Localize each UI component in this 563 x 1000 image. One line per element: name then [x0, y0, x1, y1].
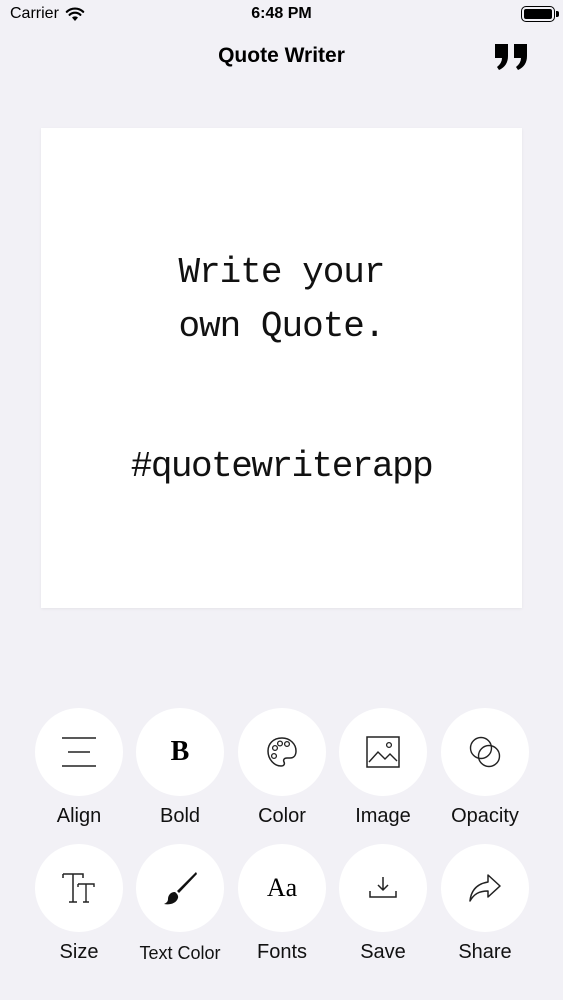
text-size-icon — [62, 873, 95, 903]
text-color-button[interactable]: Text Color — [130, 844, 230, 984]
align-icon — [62, 737, 96, 767]
fonts-icon: Aa — [266, 873, 298, 902]
image-icon — [366, 736, 400, 768]
download-icon — [369, 877, 397, 898]
brush-icon — [164, 872, 197, 905]
share-button[interactable]: Share — [435, 844, 535, 984]
opacity-label: Opacity — [451, 805, 519, 827]
palette-icon — [267, 737, 297, 767]
quote-button[interactable] — [493, 42, 531, 72]
size-button[interactable]: Size — [29, 844, 129, 984]
image-button[interactable]: Image — [333, 708, 433, 848]
align-button[interactable]: Align — [29, 708, 129, 848]
hashtag-text[interactable]: #quotewriterapp — [41, 446, 522, 487]
share-label: Share — [458, 941, 512, 963]
share-icon — [469, 874, 501, 902]
quote-canvas[interactable]: Write your own Quote. #quotewriterapp — [41, 128, 522, 608]
battery-icon — [521, 6, 559, 22]
status-time: 6:48 PM — [251, 5, 312, 22]
status-bar: Carrier 6:48 PM — [0, 0, 563, 30]
save-button[interactable]: Save — [333, 844, 433, 984]
page-title: Quote Writer — [218, 44, 345, 67]
quote-text[interactable]: Write your own Quote. — [41, 246, 522, 354]
opacity-button[interactable]: Opacity — [435, 708, 535, 848]
bold-button[interactable]: B Bold — [130, 708, 230, 848]
color-button[interactable]: Color — [232, 708, 332, 848]
opacity-icon — [469, 736, 501, 768]
fonts-button[interactable]: Aa Fonts — [232, 844, 332, 984]
bold-icon: B — [170, 736, 190, 767]
quote-icon — [495, 44, 527, 70]
